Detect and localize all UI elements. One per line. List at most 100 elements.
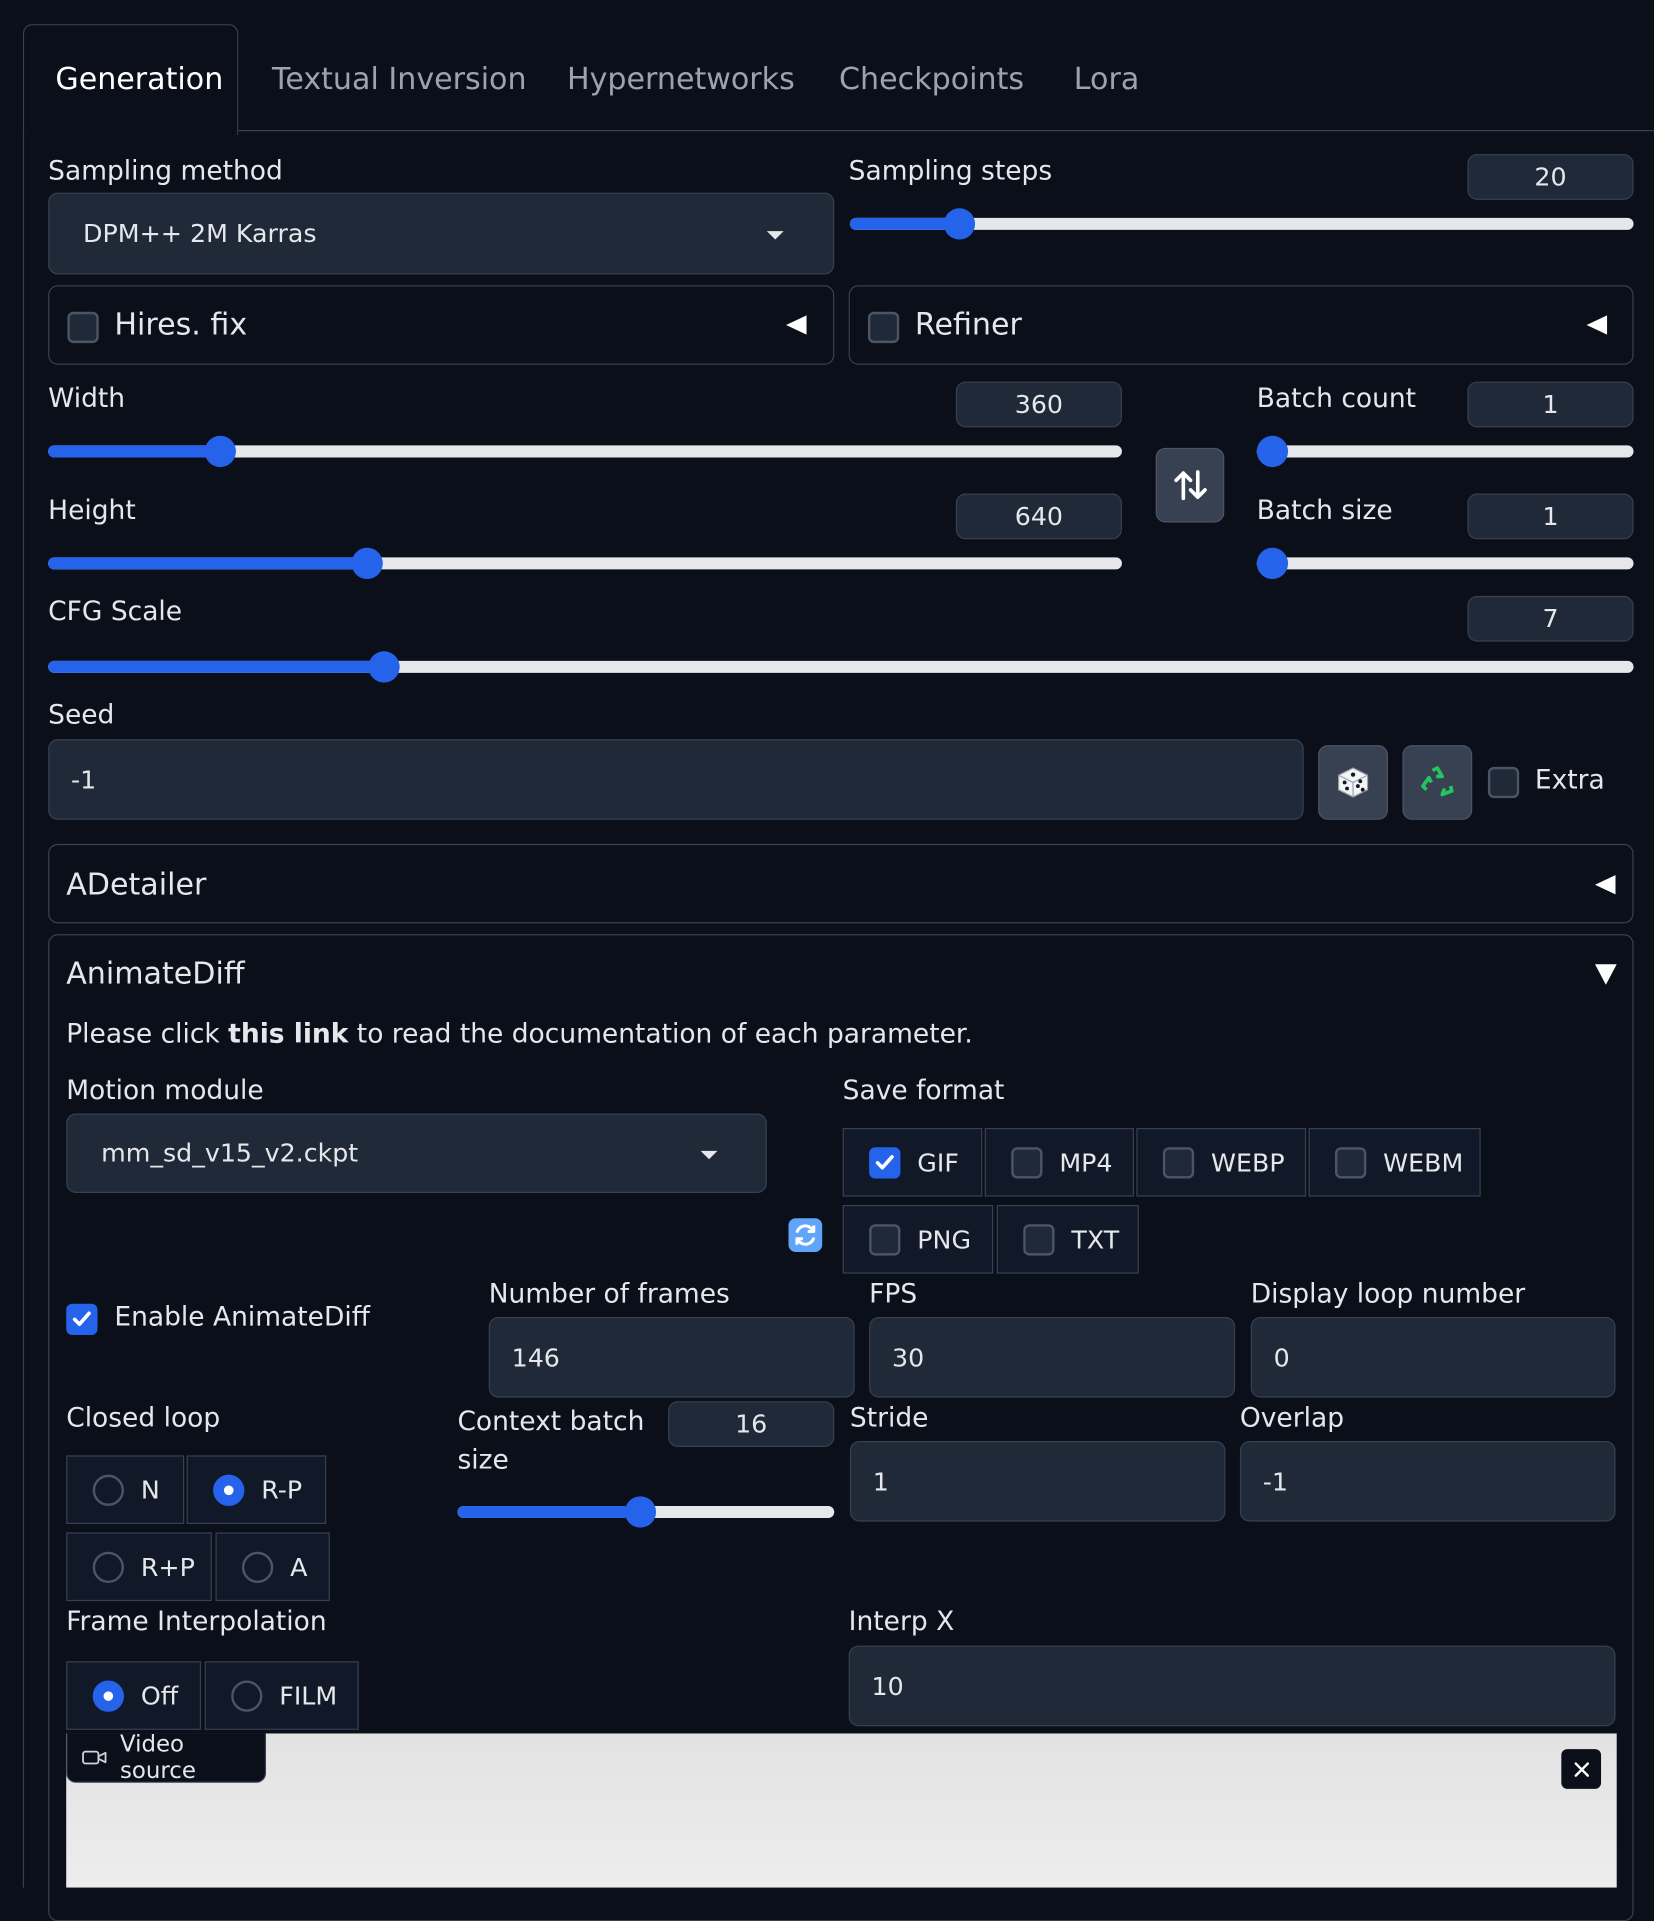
closed-loop-option-rplusp[interactable]: R+P bbox=[66, 1532, 212, 1602]
tab-textual-inversion[interactable]: Textual Inversion bbox=[272, 61, 526, 96]
format-webp-label: WEBP bbox=[1211, 1147, 1285, 1177]
interp-film-label: FILM bbox=[279, 1681, 338, 1710]
interp-x-label: Interp X bbox=[848, 1607, 955, 1638]
format-option-png[interactable]: PNG bbox=[842, 1205, 994, 1274]
sampling-method-value: DPM++ 2M Karras bbox=[83, 219, 317, 248]
interp-option-film[interactable]: FILM bbox=[204, 1661, 359, 1730]
random-seed-button[interactable] bbox=[1318, 745, 1388, 820]
batch-count-input[interactable]: 1 bbox=[1467, 381, 1634, 428]
collapse-triangle-icon[interactable] bbox=[1586, 315, 1608, 335]
closed-loop-n-radio[interactable] bbox=[92, 1474, 124, 1506]
refresh-models-button[interactable] bbox=[788, 1218, 823, 1252]
slider-handle[interactable] bbox=[624, 1496, 656, 1528]
tab-hypernetworks[interactable]: Hypernetworks bbox=[567, 61, 795, 96]
clear-video-button[interactable] bbox=[1561, 1749, 1602, 1789]
format-png-checkbox[interactable] bbox=[869, 1223, 901, 1255]
checkmark-icon bbox=[875, 1154, 894, 1169]
format-option-gif[interactable]: GIF bbox=[842, 1127, 983, 1197]
closed-loop-a-radio[interactable] bbox=[241, 1551, 274, 1583]
seed-extra-checkbox[interactable] bbox=[1487, 766, 1520, 799]
cfg-scale-slider[interactable] bbox=[48, 651, 1634, 683]
closed-loop-rp-label: R-P bbox=[261, 1475, 303, 1505]
closed-loop-rp-radio[interactable] bbox=[213, 1474, 245, 1506]
interp-x-input[interactable]: 10 bbox=[848, 1645, 1616, 1727]
format-option-txt[interactable]: TXT bbox=[996, 1205, 1139, 1274]
closed-loop-rplusp-radio[interactable] bbox=[92, 1551, 124, 1583]
slider-handle[interactable] bbox=[1256, 435, 1289, 468]
height-label: Height bbox=[48, 495, 136, 527]
closed-loop-label: Closed loop bbox=[66, 1403, 221, 1434]
format-option-webp[interactable]: WEBP bbox=[1136, 1127, 1307, 1197]
closed-loop-option-a[interactable]: A bbox=[215, 1532, 330, 1602]
height-input[interactable]: 640 bbox=[955, 493, 1122, 540]
documentation-link[interactable]: this link bbox=[228, 1020, 348, 1050]
sampling-steps-slider[interactable] bbox=[849, 208, 1634, 240]
format-txt-checkbox[interactable] bbox=[1023, 1223, 1055, 1255]
slider-handle[interactable] bbox=[1256, 547, 1289, 580]
cfg-scale-input[interactable]: 7 bbox=[1467, 595, 1634, 642]
closed-loop-option-rp[interactable]: R-P bbox=[186, 1455, 327, 1525]
width-input[interactable]: 360 bbox=[955, 381, 1122, 428]
format-mp4-checkbox[interactable] bbox=[1011, 1146, 1043, 1178]
seed-input[interactable]: -1 bbox=[48, 739, 1304, 820]
context-batch-size-slider[interactable] bbox=[457, 1496, 835, 1528]
slider-handle[interactable] bbox=[943, 208, 976, 240]
recycle-icon bbox=[1421, 766, 1454, 797]
interp-option-off[interactable]: Off bbox=[66, 1661, 202, 1730]
slider-handle[interactable] bbox=[204, 435, 236, 468]
batch-size-input[interactable]: 1 bbox=[1467, 493, 1634, 540]
video-source-dropzone[interactable] bbox=[66, 1733, 1617, 1888]
cfg-scale-label: CFG Scale bbox=[48, 597, 183, 628]
motion-module-dropdown[interactable]: mm_sd_v15_v2.ckpt bbox=[66, 1113, 767, 1193]
swap-dimensions-button[interactable] bbox=[1155, 447, 1225, 523]
display-loop-number-label: Display loop number bbox=[1250, 1279, 1526, 1310]
adetailer-title: ADetailer bbox=[66, 866, 207, 902]
format-gif-checkbox[interactable] bbox=[869, 1146, 901, 1178]
video-source-label: Video source bbox=[119, 1731, 196, 1785]
adetailer-accordion[interactable]: ADetailer bbox=[48, 843, 1634, 924]
interp-film-radio[interactable] bbox=[231, 1679, 263, 1712]
format-png-label: PNG bbox=[917, 1224, 972, 1254]
stride-label: Stride bbox=[849, 1403, 929, 1434]
hires-fix-checkbox[interactable] bbox=[67, 311, 99, 344]
reuse-seed-button[interactable] bbox=[1402, 745, 1473, 820]
stride-input[interactable]: 1 bbox=[849, 1440, 1226, 1522]
number-of-frames-label: Number of frames bbox=[488, 1279, 730, 1310]
enable-animatediff-checkbox[interactable] bbox=[66, 1303, 98, 1336]
slider-handle[interactable] bbox=[368, 651, 400, 683]
display-loop-number-input[interactable]: 0 bbox=[1250, 1316, 1616, 1398]
number-of-frames-input[interactable]: 146 bbox=[488, 1316, 855, 1398]
refiner-accordion[interactable]: Refiner bbox=[848, 285, 1634, 365]
tab-checkpoints[interactable]: Checkpoints bbox=[839, 61, 1024, 96]
format-option-webm[interactable]: WEBM bbox=[1308, 1127, 1481, 1197]
expand-triangle-icon[interactable] bbox=[1595, 964, 1617, 985]
refiner-checkbox[interactable] bbox=[867, 311, 900, 344]
save-format-label: Save format bbox=[842, 1076, 1005, 1107]
format-webp-checkbox[interactable] bbox=[1162, 1146, 1195, 1178]
width-slider[interactable] bbox=[48, 435, 1122, 468]
height-slider[interactable] bbox=[48, 547, 1122, 580]
batch-size-label: Batch size bbox=[1256, 495, 1393, 527]
collapse-triangle-icon[interactable] bbox=[1595, 875, 1616, 895]
slider-handle[interactable] bbox=[351, 547, 383, 580]
sampling-steps-input[interactable]: 20 bbox=[1467, 154, 1634, 200]
tab-generation[interactable]: Generation bbox=[55, 61, 223, 96]
refresh-icon bbox=[795, 1224, 816, 1246]
batch-count-slider[interactable] bbox=[1256, 435, 1634, 468]
sampling-method-dropdown[interactable]: DPM++ 2M Karras bbox=[48, 192, 835, 275]
collapse-triangle-icon[interactable] bbox=[786, 315, 807, 335]
batch-size-slider[interactable] bbox=[1256, 547, 1634, 580]
format-option-mp4[interactable]: MP4 bbox=[984, 1127, 1134, 1197]
fps-input[interactable]: 30 bbox=[869, 1316, 1236, 1398]
interp-off-label: Off bbox=[140, 1681, 179, 1710]
interp-off-radio[interactable] bbox=[92, 1679, 124, 1712]
closed-loop-option-n[interactable]: N bbox=[66, 1455, 185, 1525]
closed-loop-rplusp-label: R+P bbox=[140, 1552, 195, 1582]
overlap-input[interactable]: -1 bbox=[1239, 1440, 1616, 1522]
sampling-steps-label: Sampling steps bbox=[848, 156, 1053, 187]
format-webm-checkbox[interactable] bbox=[1335, 1146, 1367, 1178]
tab-lora[interactable]: Lora bbox=[1074, 61, 1139, 96]
hires-fix-accordion[interactable]: Hires. fix bbox=[48, 285, 835, 365]
context-batch-size-input[interactable]: 16 bbox=[668, 1401, 835, 1447]
seed-extra-label: Extra bbox=[1534, 765, 1605, 796]
